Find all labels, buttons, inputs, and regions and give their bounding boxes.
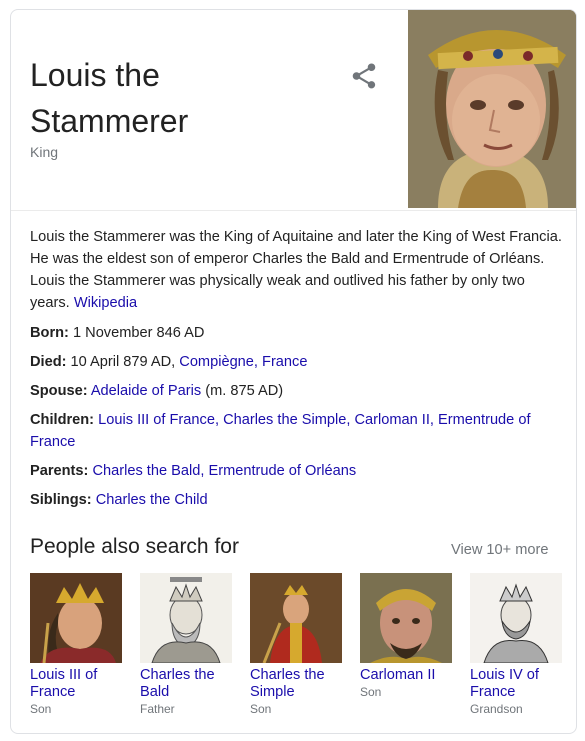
- link-ermentrude-of-orleans[interactable]: Ermentrude of Orléans: [209, 463, 357, 479]
- fact-children: Children: Louis III of France, Charles t…: [30, 412, 531, 450]
- fact-label-children: Children:: [30, 412, 95, 428]
- link-carloman-ii[interactable]: Carloman II: [354, 412, 429, 428]
- person-thumbnail-carloman-ii: [360, 573, 452, 663]
- fact-spouse: Spouse: Adelaide of Paris (m. 875 AD): [30, 380, 562, 402]
- facts-list: Born: 1 November 846 AD Died: 10 April 8…: [30, 322, 562, 518]
- link-charles-the-simple[interactable]: Charles the Simple: [223, 412, 346, 428]
- link-adelaide-of-paris[interactable]: Adelaide of Paris: [91, 383, 201, 399]
- person-card-charles-the-simple[interactable]: Charles the Simple Son: [250, 573, 342, 716]
- person-thumbnail-charles-the-bald: [140, 573, 232, 663]
- panel-header: Louis the Stammerer King: [11, 10, 576, 211]
- link-louis-iii-of-france[interactable]: Louis III of France: [98, 412, 215, 428]
- person-card-louis-iv[interactable]: Louis IV of France Grandson: [470, 573, 562, 716]
- fact-label-died: Died:: [30, 354, 67, 370]
- wikipedia-link[interactable]: Wikipedia: [74, 295, 137, 311]
- fact-value-spouse-date: (m. 875 AD): [205, 383, 284, 399]
- entity-portrait-image[interactable]: [408, 10, 576, 208]
- person-relation: Grandson: [470, 702, 523, 716]
- fact-born: Born: 1 November 846 AD: [30, 322, 562, 344]
- people-also-search-title: People also search for: [30, 535, 239, 558]
- person-card-louis-iii[interactable]: Louis III of France Son: [30, 573, 122, 716]
- person-name: Charles the Bald: [140, 667, 215, 700]
- person-name: Carloman II: [360, 667, 436, 683]
- fact-label-spouse: Spouse:: [30, 383, 88, 399]
- person-name: Louis III of France: [30, 667, 98, 700]
- fact-value-died: 10 April 879 AD,: [70, 354, 176, 370]
- share-button[interactable]: [349, 61, 379, 91]
- person-relation: Father: [140, 702, 175, 716]
- person-thumbnail-charles-the-simple: [250, 573, 342, 663]
- fact-label-siblings: Siblings:: [30, 492, 92, 508]
- person-card-charles-the-bald[interactable]: Charles the Bald Father: [140, 573, 232, 716]
- knowledge-panel: Louis the Stammerer King Louis the Stamm…: [10, 9, 577, 734]
- entity-description: Louis the Stammerer was the King of Aqui…: [30, 226, 562, 314]
- link-charles-the-child[interactable]: Charles the Child: [96, 492, 208, 508]
- person-relation: Son: [250, 702, 272, 716]
- entity-subtitle: King: [30, 144, 59, 160]
- entity-title: Louis the Stammerer: [30, 57, 189, 139]
- link-compiegne-france[interactable]: Compiègne, France: [179, 354, 307, 370]
- person-relation: Son: [360, 685, 382, 699]
- person-card-carloman-ii[interactable]: Carloman II Son: [360, 573, 452, 699]
- fact-label-born: Born:: [30, 325, 69, 341]
- fact-siblings: Siblings: Charles the Child: [30, 489, 562, 511]
- person-thumbnail-louis-iv: [470, 573, 562, 663]
- fact-label-parents: Parents:: [30, 463, 89, 479]
- person-name: Charles the Simple: [250, 667, 325, 700]
- view-more-link[interactable]: View 10+ more: [451, 542, 548, 558]
- person-thumbnail-louis-iii: [30, 573, 122, 663]
- link-charles-the-bald[interactable]: Charles the Bald: [92, 463, 200, 479]
- person-name: Louis IV of France: [470, 667, 539, 700]
- fact-died: Died: 10 April 879 AD, Compiègne, France: [30, 351, 562, 373]
- fact-parents: Parents: Charles the Bald, Ermentrude of…: [30, 463, 357, 479]
- person-relation: Son: [30, 702, 52, 716]
- fact-value-born: 1 November 846 AD: [72, 325, 205, 341]
- share-icon: [352, 63, 376, 89]
